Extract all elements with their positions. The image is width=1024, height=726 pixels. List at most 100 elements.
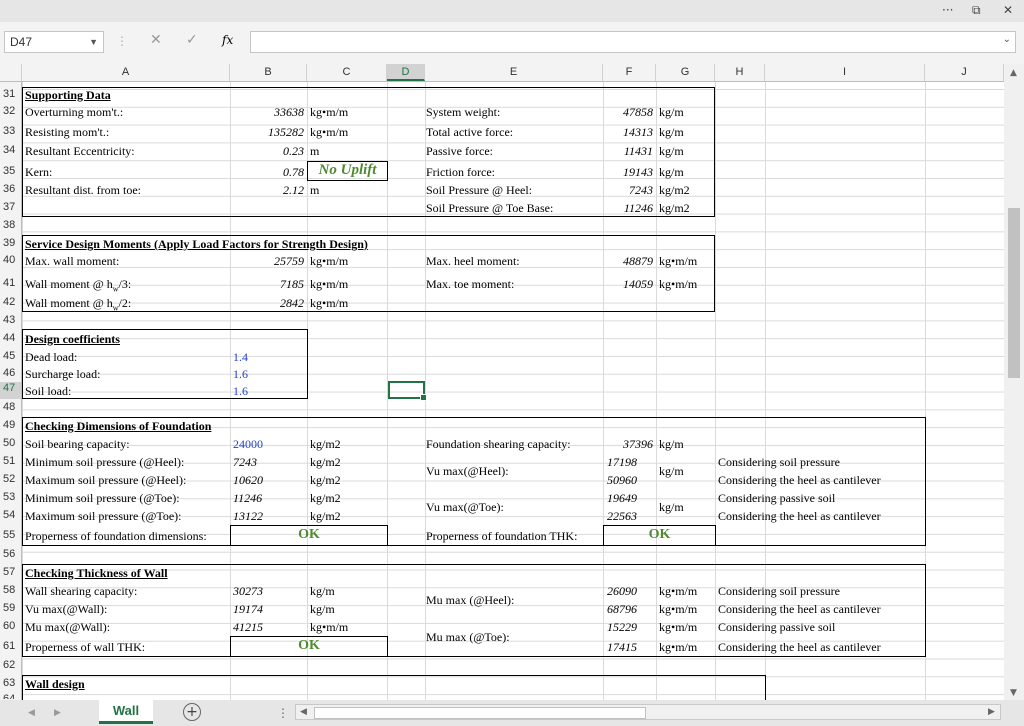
row-header-39[interactable]: 39 [0, 237, 21, 249]
wall-moment-h2-value[interactable]: 2842 [230, 296, 304, 311]
row-header-53[interactable]: 53 [0, 491, 21, 503]
min-toe-pressure-value[interactable]: 11246 [233, 491, 262, 506]
scroll-down-icon[interactable]: ▼ [1010, 688, 1017, 698]
soil-load-value[interactable]: 1.6 [233, 384, 248, 399]
row-header-36[interactable]: 36 [0, 183, 21, 195]
column-header-j[interactable]: J [925, 64, 1004, 81]
eccentricity-value[interactable]: 0.23 [230, 144, 304, 159]
max-heel-pressure-value[interactable]: 10620 [233, 473, 263, 488]
function-icon[interactable]: fx [222, 33, 233, 47]
row-header-31[interactable]: 31 [0, 88, 21, 100]
dead-load-value[interactable]: 1.4 [233, 350, 248, 365]
toe-distance-value[interactable]: 2.12 [230, 183, 304, 198]
row-header-62[interactable]: 62 [0, 659, 21, 671]
horizontal-scroll-thumb[interactable] [314, 707, 646, 719]
max-wall-moment-value[interactable]: 25759 [230, 254, 304, 269]
row-header-59[interactable]: 59 [0, 602, 21, 614]
add-sheet-icon[interactable]: + [183, 703, 201, 721]
chevron-down-icon[interactable]: ▼ [89, 32, 98, 52]
drag-handle-icon[interactable]: ⋮ [116, 34, 128, 48]
row-header-58[interactable]: 58 [0, 584, 21, 596]
row-header-45[interactable]: 45 [0, 350, 21, 362]
restore-window-icon[interactable]: ⧉ [972, 3, 981, 18]
system-weight-value[interactable]: 47858 [603, 105, 653, 120]
wall-shear-value[interactable]: 30273 [233, 584, 263, 599]
mu-heel-value-1[interactable]: 26090 [607, 584, 637, 599]
wall-mu-value[interactable]: 41215 [233, 620, 263, 635]
row-header-49[interactable]: 49 [0, 419, 21, 431]
select-all-corner[interactable] [0, 64, 22, 81]
column-header-h[interactable]: H [715, 64, 765, 81]
column-header-c[interactable]: C [307, 64, 387, 81]
row-header-35[interactable]: 35 [0, 165, 21, 177]
row-header-52[interactable]: 52 [0, 473, 21, 485]
row-header-60[interactable]: 60 [0, 620, 21, 632]
row-header-43[interactable]: 43 [0, 314, 21, 326]
row-header-64[interactable]: 64 [0, 693, 21, 699]
sheet-tab-wall[interactable]: Wall [99, 700, 153, 724]
column-header-i[interactable]: I [765, 64, 925, 81]
vu-heel-value-1[interactable]: 17198 [607, 455, 637, 470]
max-toe-pressure-value[interactable]: 13122 [233, 509, 263, 524]
formula-input[interactable]: ⌄ [250, 31, 1016, 53]
enter-icon[interactable]: ✓ [186, 32, 198, 48]
row-header-42[interactable]: 42 [0, 296, 21, 308]
wall-moment-h3-value[interactable]: 7185 [230, 277, 304, 292]
previous-sheet-icon[interactable]: ◀ [28, 708, 35, 718]
row-header-55[interactable]: 55 [0, 529, 21, 541]
scroll-right-icon[interactable]: ▶ [988, 707, 995, 717]
tab-split-handle-icon[interactable]: ⋮ [277, 706, 289, 720]
row-header-48[interactable]: 48 [0, 401, 21, 413]
row-header-32[interactable]: 32 [0, 105, 21, 117]
scroll-up-icon[interactable]: ▲ [1010, 68, 1017, 78]
scroll-left-icon[interactable]: ◀ [300, 707, 307, 717]
row-header-50[interactable]: 50 [0, 437, 21, 449]
close-window-icon[interactable]: ✕ [1003, 3, 1013, 17]
column-header-e[interactable]: E [425, 64, 603, 81]
row-header-51[interactable]: 51 [0, 455, 21, 467]
vu-toe-value-1[interactable]: 19649 [607, 491, 637, 506]
column-header-f[interactable]: F [603, 64, 656, 81]
vu-heel-value-2[interactable]: 50960 [607, 473, 637, 488]
toe-pressure-value[interactable]: 11246 [603, 201, 653, 216]
max-heel-moment-value[interactable]: 48879 [603, 254, 653, 269]
friction-force-value[interactable]: 19143 [603, 165, 653, 180]
name-box[interactable]: D47 ▼ [4, 31, 104, 53]
vertical-scroll-thumb[interactable] [1008, 208, 1020, 378]
overturning-value[interactable]: 33638 [230, 105, 304, 120]
row-header-54[interactable]: 54 [0, 509, 21, 521]
mu-heel-value-2[interactable]: 68796 [607, 602, 637, 617]
heel-pressure-value[interactable]: 7243 [603, 183, 653, 198]
row-header-40[interactable]: 40 [0, 254, 21, 266]
mu-toe-value-1[interactable]: 15229 [607, 620, 637, 635]
row-header-61[interactable]: 61 [0, 640, 21, 652]
column-header-d[interactable]: D [387, 64, 425, 81]
row-header-56[interactable]: 56 [0, 548, 21, 560]
horizontal-scrollbar[interactable]: ◀ ▶ [295, 704, 1001, 720]
column-header-a[interactable]: A [22, 64, 230, 81]
row-header-47[interactable]: 47 [0, 382, 21, 399]
foundation-shear-value[interactable]: 37396 [603, 437, 653, 452]
row-header-37[interactable]: 37 [0, 201, 21, 213]
wall-vu-value[interactable]: 19174 [233, 602, 263, 617]
bearing-value[interactable]: 24000 [233, 437, 263, 452]
row-header-46[interactable]: 46 [0, 367, 21, 379]
vu-toe-value-2[interactable]: 22563 [607, 509, 637, 524]
kern-value[interactable]: 0.78 [230, 165, 304, 180]
resisting-value[interactable]: 135282 [230, 125, 304, 140]
row-header-57[interactable]: 57 [0, 566, 21, 578]
expand-formula-icon[interactable]: ⌄ [1003, 34, 1011, 45]
column-header-b[interactable]: B [230, 64, 307, 81]
column-header-g[interactable]: G [656, 64, 715, 81]
next-sheet-icon[interactable]: ▶ [54, 708, 61, 718]
cancel-icon[interactable]: ✕ [150, 32, 162, 48]
row-header-44[interactable]: 44 [0, 332, 21, 344]
row-header-33[interactable]: 33 [0, 125, 21, 137]
more-options-icon[interactable]: ··· [942, 3, 953, 17]
vertical-scrollbar[interactable]: ▲ ▼ [1004, 64, 1024, 700]
row-header-34[interactable]: 34 [0, 144, 21, 156]
selected-cell-d47[interactable] [388, 381, 427, 401]
min-heel-pressure-value[interactable]: 7243 [233, 455, 257, 470]
surcharge-load-value[interactable]: 1.6 [233, 367, 248, 382]
active-force-value[interactable]: 14313 [603, 125, 653, 140]
